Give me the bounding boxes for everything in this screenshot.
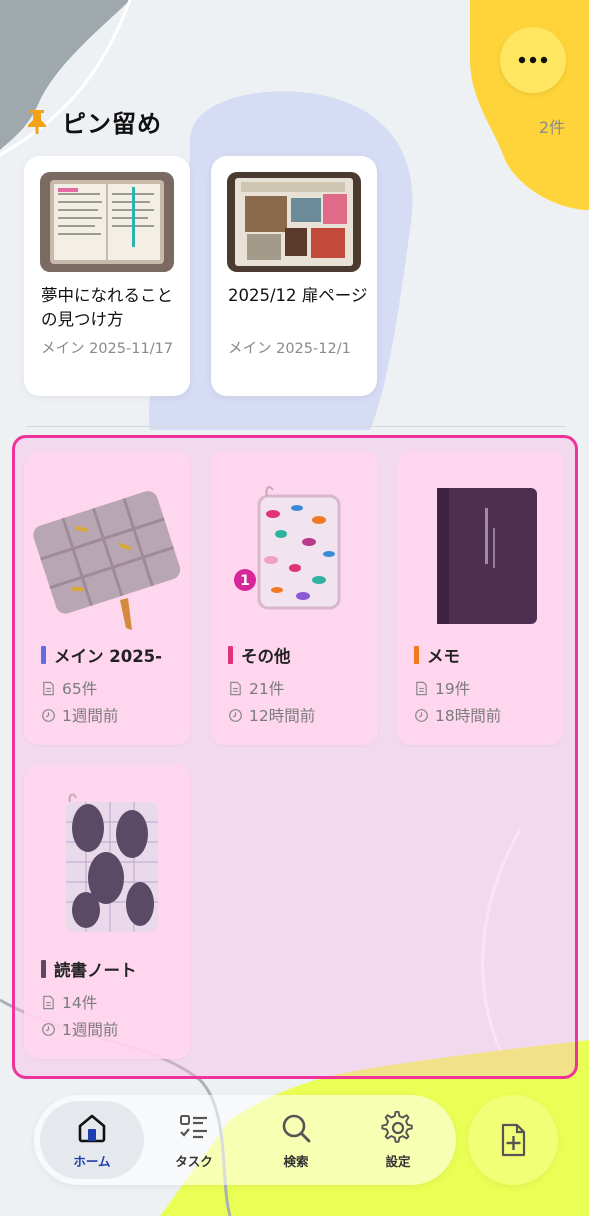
clock-icon xyxy=(42,1022,55,1036)
notebook-color-bar xyxy=(228,646,233,664)
tab-label: 設定 xyxy=(385,1153,411,1169)
notebook-updated: 12時間前 xyxy=(249,707,316,725)
gear-icon xyxy=(381,1110,413,1143)
pinned-title: ピン留め xyxy=(62,110,162,138)
pinned-thumbnail xyxy=(40,172,174,272)
notebook-count-row: 19件 xyxy=(414,677,470,699)
pinned-thumbnail xyxy=(227,172,361,272)
clock-icon xyxy=(415,708,428,722)
pinned-card-meta: メイン 2025-11/17 xyxy=(41,341,174,357)
pinned-count: 2件 xyxy=(538,118,565,137)
notebook-card-other[interactable]: 1 その他 21件 12時間前 xyxy=(211,451,378,745)
notebook-title-row: メイン 2025- xyxy=(41,643,162,667)
notebook-card-reading[interactable]: 読書ノート 14件 1週間前 xyxy=(24,765,191,1059)
notebook-card-main[interactable]: メイン 2025- 65件 1週間前 xyxy=(24,451,191,745)
notebook-count-row: 21件 xyxy=(228,677,284,699)
notebook-title-row: メモ xyxy=(414,643,460,667)
notebook-count: 19件 xyxy=(435,680,471,698)
notebook-count: 65件 xyxy=(62,680,98,698)
notebook-count-row: 65件 xyxy=(41,677,97,699)
document-icon xyxy=(230,681,241,695)
notebook-title: メイン 2025- xyxy=(54,647,163,666)
notebook-title-row: その他 xyxy=(228,643,291,667)
notebook-title: その他 xyxy=(241,647,291,666)
document-icon xyxy=(43,995,54,1009)
home-icon xyxy=(78,1114,106,1142)
add-document-icon xyxy=(501,1123,526,1157)
clock-icon xyxy=(229,708,242,722)
tab-label: タスク xyxy=(175,1153,213,1169)
notebook-updated-row: 12時間前 xyxy=(228,704,315,726)
more-button[interactable] xyxy=(500,27,566,93)
notebook-count: 14件 xyxy=(62,994,98,1012)
search-icon xyxy=(282,1114,311,1142)
tab-tasks[interactable]: タスク xyxy=(142,1101,246,1179)
notebook-updated-row: 18時間前 xyxy=(414,704,501,726)
notebook-updated: 1週間前 xyxy=(62,707,119,725)
notebook-title: 読書ノート xyxy=(54,961,137,980)
notebook-title-row: 読書ノート xyxy=(41,957,137,981)
notebook-updated-row: 1週間前 xyxy=(41,1018,118,1040)
pin-icon xyxy=(28,109,46,134)
tab-search[interactable]: 検索 xyxy=(244,1101,348,1179)
tab-settings[interactable]: 設定 xyxy=(346,1101,450,1179)
task-list-icon xyxy=(180,1114,207,1138)
notebook-color-bar xyxy=(41,960,46,978)
notebook-updated: 18時間前 xyxy=(435,707,502,725)
tab-label: 検索 xyxy=(283,1153,309,1169)
notebook-title: メモ xyxy=(427,647,460,666)
section-divider xyxy=(26,426,566,427)
notebook-updated-row: 1週間前 xyxy=(41,704,118,726)
notebook-count-row: 14件 xyxy=(41,991,97,1013)
notebook-card-memo[interactable]: メモ 19件 18時間前 xyxy=(397,451,564,745)
pinned-card-title: 夢中になれることの見つけ方 xyxy=(41,286,173,329)
notebook-color-bar xyxy=(414,646,419,664)
add-note-button[interactable] xyxy=(468,1095,558,1185)
notification-badge: 1 xyxy=(240,573,250,589)
more-horizontal-icon xyxy=(518,56,548,64)
bottom-tab-bar: ホーム タスク 検索 設定 xyxy=(34,1095,456,1185)
pinned-card[interactable]: 2025/12 扉ページ メイン 2025-12/1 xyxy=(211,156,377,396)
document-icon xyxy=(43,681,54,695)
pinned-header: ピン留め xyxy=(26,104,162,139)
pinned-card-meta: メイン 2025-12/1 xyxy=(228,341,351,357)
notebook-count: 21件 xyxy=(249,680,285,698)
notebook-updated: 1週間前 xyxy=(62,1021,119,1039)
notebook-cover xyxy=(397,463,564,643)
notebook-cover xyxy=(24,463,191,643)
tab-home[interactable]: ホーム xyxy=(40,1101,144,1179)
pinned-card[interactable]: 夢中になれることの見つけ方 メイン 2025-11/17 xyxy=(24,156,190,396)
tab-label: ホーム xyxy=(73,1153,111,1169)
notebook-cover: 1 xyxy=(211,463,378,643)
document-icon xyxy=(416,681,427,695)
pinned-card-title: 2025/12 扉ページ xyxy=(228,286,368,305)
clock-icon xyxy=(42,708,55,722)
notebook-cover xyxy=(24,777,191,957)
notebook-color-bar xyxy=(41,646,46,664)
